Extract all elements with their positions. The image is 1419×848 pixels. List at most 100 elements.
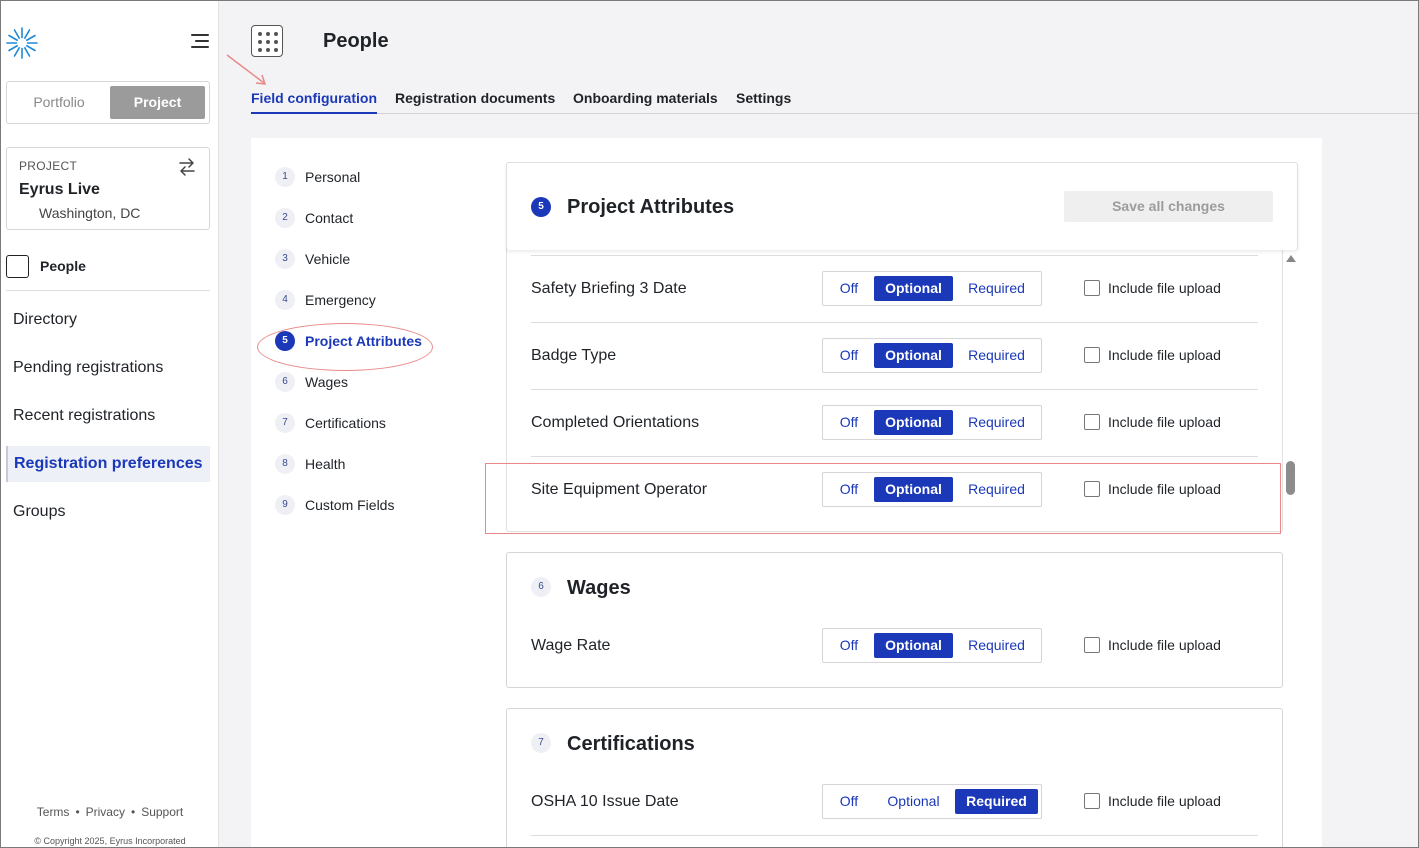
step-number: 7 — [275, 413, 295, 433]
requirement-toggle: Off Optional Required — [822, 271, 1042, 306]
toggle-off[interactable]: Off — [827, 410, 871, 435]
requirement-toggle: Off Optional Required — [822, 784, 1042, 819]
include-file-upload-checkbox[interactable] — [1084, 481, 1100, 497]
scroll-up-arrow-icon[interactable] — [1286, 255, 1296, 262]
toggle-optional[interactable]: Optional — [874, 276, 953, 301]
privacy-link[interactable]: Privacy — [86, 805, 125, 819]
sidebar-item-recent-registrations[interactable]: Recent registrations — [6, 398, 210, 434]
project-name: Eyrus Live — [19, 181, 100, 198]
field-row: Safety Briefing 3 Date Off Optional Requ… — [531, 255, 1258, 323]
toggle-required[interactable]: Required — [955, 276, 1038, 301]
module-icon — [6, 254, 29, 278]
tab-onboarding-materials[interactable]: Onboarding materials — [573, 90, 718, 114]
sidebar-item-registration-preferences[interactable]: Registration preferences — [6, 446, 210, 482]
field-row: Completed Orientations Off Optional Requ… — [531, 389, 1258, 457]
requirement-toggle: Off Optional Required — [822, 405, 1042, 440]
step-project-attributes[interactable]: 5 Project Attributes — [275, 331, 422, 351]
step-number: 4 — [275, 290, 295, 310]
step-contact[interactable]: 2 Contact — [275, 208, 353, 228]
toggle-required[interactable]: Required — [955, 477, 1038, 502]
tab-bar: Field configuration Registration documen… — [251, 84, 1419, 114]
include-file-upload-checkbox[interactable] — [1084, 280, 1100, 296]
toggle-off[interactable]: Off — [827, 343, 871, 368]
toggle-off[interactable]: Off — [827, 789, 871, 814]
row-divider — [531, 835, 1258, 836]
include-file-upload-checkbox[interactable] — [1084, 347, 1100, 363]
portfolio-project-switcher: Portfolio Project — [6, 81, 210, 124]
section-title: Project Attributes — [567, 196, 735, 218]
toggle-optional[interactable]: Optional — [874, 343, 953, 368]
toggle-required[interactable]: Required — [955, 633, 1038, 658]
page-title: People — [323, 30, 389, 52]
step-label: Wages — [305, 374, 349, 390]
terms-link[interactable]: Terms — [37, 805, 70, 819]
field-label: OSHA 10 Issue Date — [531, 793, 679, 810]
step-custom-fields[interactable]: 9 Custom Fields — [275, 495, 394, 515]
requirement-toggle: Off Optional Required — [822, 628, 1042, 663]
include-file-upload-label: Include file upload — [1108, 637, 1221, 653]
project-toggle[interactable]: Project — [110, 86, 205, 119]
field-label: Wage Rate — [531, 637, 611, 654]
toggle-optional[interactable]: Optional — [874, 633, 953, 658]
toggle-off[interactable]: Off — [827, 477, 871, 502]
tab-registration-documents[interactable]: Registration documents — [395, 90, 555, 114]
section-title: Wages — [567, 577, 631, 599]
field-label: Badge Type — [531, 347, 617, 364]
eyrus-logo-icon — [6, 27, 38, 59]
tab-field-configuration[interactable]: Field configuration — [251, 90, 377, 114]
toggle-off[interactable]: Off — [827, 276, 871, 301]
include-file-upload-label: Include file upload — [1108, 414, 1221, 430]
sidebar-item-directory[interactable]: Directory — [6, 302, 210, 338]
module-label: People — [40, 258, 86, 274]
project-card-label: PROJECT — [19, 159, 78, 173]
field-row: Wage Rate Off Optional Required Include … — [531, 612, 1258, 679]
step-number: 2 — [275, 208, 295, 228]
tab-settings[interactable]: Settings — [736, 90, 791, 114]
toggle-optional[interactable]: Optional — [874, 789, 953, 814]
include-file-upload-label: Include file upload — [1108, 793, 1221, 809]
sidebar-item-pending-registrations[interactable]: Pending registrations — [6, 350, 210, 386]
toggle-required[interactable]: Required — [955, 410, 1038, 435]
step-label: Certifications — [305, 415, 386, 431]
field-row: OSHA 10 Issue Date Off Optional Required… — [531, 768, 1258, 836]
step-label: Contact — [305, 210, 354, 226]
step-label: Emergency — [305, 292, 376, 308]
step-wages[interactable]: 6 Wages — [275, 372, 348, 392]
step-label: Custom Fields — [305, 497, 395, 513]
sidebar: Portfolio Project PROJECT Eyrus Live Was… — [1, 1, 219, 847]
step-emergency[interactable]: 4 Emergency — [275, 290, 376, 310]
toggle-optional[interactable]: Optional — [874, 410, 953, 435]
sidebar-item-groups[interactable]: Groups — [6, 494, 210, 530]
step-vehicle[interactable]: 3 Vehicle — [275, 249, 350, 269]
step-number: 3 — [275, 249, 295, 269]
module-selector[interactable]: People — [6, 253, 86, 279]
include-file-upload-checkbox[interactable] — [1084, 637, 1100, 653]
field-row: Site Equipment Operator Off Optional Req… — [531, 456, 1258, 523]
copyright: © Copyright 2025, Eyrus Incorporated — [34, 836, 186, 846]
section-number: 5 — [531, 197, 551, 217]
save-all-changes-button[interactable]: Save all changes — [1064, 191, 1273, 222]
field-label: Site Equipment Operator — [531, 481, 708, 498]
scrollbar-thumb[interactable] — [1286, 461, 1295, 495]
include-file-upload-label: Include file upload — [1108, 280, 1221, 296]
step-number: 8 — [275, 454, 295, 474]
portfolio-toggle[interactable]: Portfolio — [11, 86, 107, 119]
step-health[interactable]: 8 Health — [275, 454, 345, 474]
step-label: Health — [305, 456, 346, 472]
section-number: 7 — [531, 733, 551, 753]
toggle-required[interactable]: Required — [955, 789, 1038, 814]
step-personal[interactable]: 1 Personal — [275, 167, 360, 187]
include-file-upload-label: Include file upload — [1108, 481, 1221, 497]
toggle-optional[interactable]: Optional — [874, 477, 953, 502]
support-link[interactable]: Support — [141, 805, 183, 819]
swap-project-icon[interactable] — [177, 157, 197, 177]
hamburger-menu-icon[interactable] — [187, 33, 209, 51]
include-file-upload-checkbox[interactable] — [1084, 793, 1100, 809]
include-file-upload-checkbox[interactable] — [1084, 414, 1100, 430]
step-number: 9 — [275, 495, 295, 515]
toggle-required[interactable]: Required — [955, 343, 1038, 368]
project-card: PROJECT Eyrus Live Washington, DC — [6, 147, 210, 230]
step-certifications[interactable]: 7 Certifications — [275, 413, 386, 433]
toggle-off[interactable]: Off — [827, 633, 871, 658]
app-launcher-icon[interactable] — [251, 25, 283, 57]
